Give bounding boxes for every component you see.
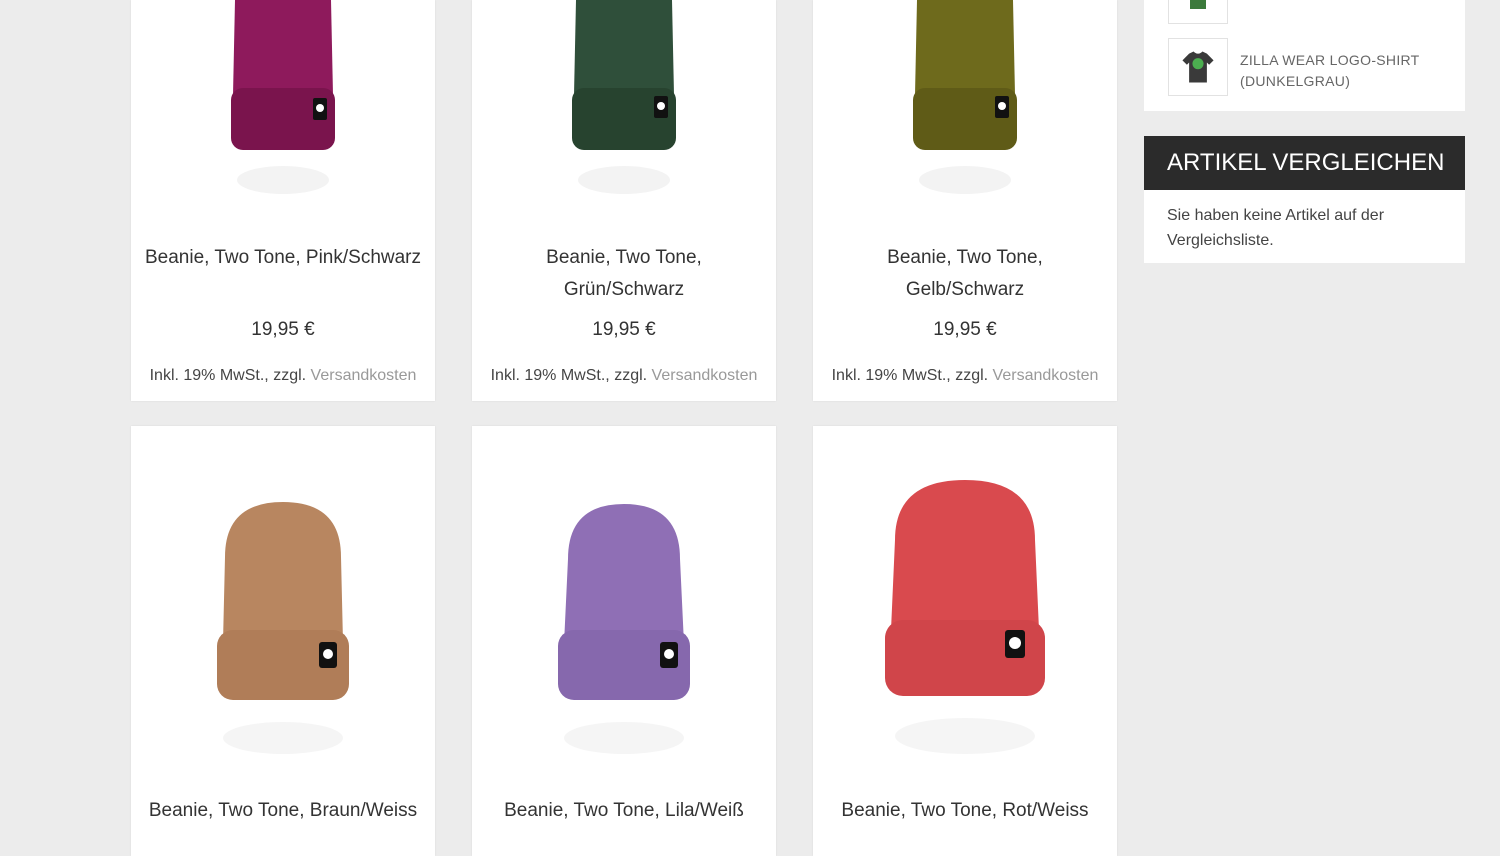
product-name[interactable]: Beanie, Two Tone, Grün/Schwarz: [476, 242, 772, 306]
product-name[interactable]: Beanie, Two Tone, Lila/Weiß: [476, 795, 772, 827]
product-name[interactable]: Beanie, Two Tone, Pink/Schwarz: [135, 242, 431, 274]
tshirt-icon[interactable]: [1168, 38, 1228, 96]
beanie-brown-image[interactable]: [131, 502, 435, 762]
product-image: [231, 0, 335, 194]
compare-empty-text: Sie haben keine Artikel auf der Vergleic…: [1144, 190, 1465, 263]
shipping-link[interactable]: Versandkosten: [652, 367, 758, 384]
product-card[interactable]: Beanie, Two Tone, Braun/Weiss: [131, 426, 435, 856]
product-price: 19,95 €: [592, 319, 656, 340]
product-image: [217, 502, 349, 754]
product-name[interactable]: Beanie, Two Tone, Gelb/Schwarz: [817, 242, 1113, 306]
shipping-link[interactable]: Versandkosten: [993, 367, 1099, 384]
beanie-red-image[interactable]: [813, 480, 1117, 760]
beanie-pink-image[interactable]: [131, 0, 435, 200]
beanie-olive-image[interactable]: [813, 0, 1117, 200]
product-card[interactable]: Beanie, Two Tone, Grün/Schwarz 19,95 € I…: [472, 0, 776, 401]
beanie-green-image[interactable]: [472, 0, 776, 200]
product-name[interactable]: Beanie, Two Tone, Rot/Weiss: [817, 795, 1113, 827]
tax-note: Inkl. 19% MwSt., zzgl. Versandkosten: [813, 367, 1117, 385]
tshirt-icon: [1190, 0, 1206, 9]
product-image: [885, 480, 1045, 754]
recent-item-link[interactable]: ZILLA WEAR LOGO-SHIRT (DUNKELGRAU): [1240, 50, 1450, 92]
tshirt-darkgrey-icon: [1182, 51, 1214, 83]
tax-note: Inkl. 19% MwSt., zzgl. Versandkosten: [131, 367, 435, 385]
beanie-purple-image[interactable]: [472, 504, 776, 764]
tax-note: Inkl. 19% MwSt., zzgl. Versandkosten: [472, 367, 776, 385]
product-name[interactable]: Beanie, Two Tone, Braun/Weiss: [135, 795, 431, 827]
product-price: 19,95 €: [933, 319, 997, 340]
compare-title: ARTIKEL VERGLEICHEN: [1144, 136, 1465, 190]
product-price: 19,95 €: [251, 319, 315, 340]
product-image: [913, 0, 1017, 194]
product-card[interactable]: Beanie, Two Tone, Gelb/Schwarz 19,95 € I…: [813, 0, 1117, 401]
tax-prefix: Inkl. 19% MwSt., zzgl.: [149, 367, 307, 384]
product-card[interactable]: Beanie, Two Tone, Rot/Weiss: [813, 426, 1117, 856]
tshirt-green-thumb[interactable]: [1168, 0, 1228, 24]
tax-prefix: Inkl. 19% MwSt., zzgl.: [831, 367, 989, 384]
product-card[interactable]: Beanie, Two Tone, Pink/Schwarz 19,95 € I…: [131, 0, 435, 401]
tax-prefix: Inkl. 19% MwSt., zzgl.: [490, 367, 648, 384]
shipping-link[interactable]: Versandkosten: [311, 367, 417, 384]
product-image: [572, 0, 676, 194]
recent-products-box: ZILLA WEAR LOGO-SHIRT (DUNKELGRAU): [1144, 0, 1465, 111]
product-image: [558, 504, 690, 754]
product-card[interactable]: Beanie, Two Tone, Lila/Weiß: [472, 426, 776, 856]
